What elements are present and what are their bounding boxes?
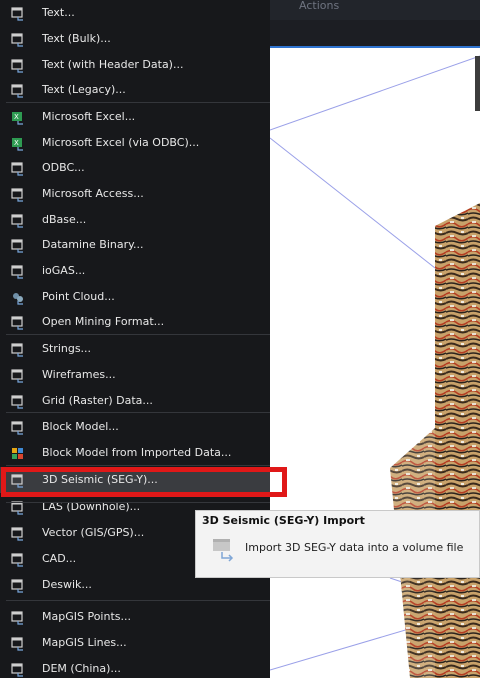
menu-item-label: LAS (Downhole)... [42, 500, 141, 513]
menu-item-label: Microsoft Excel... [42, 110, 136, 123]
menu-item-label: Open Mining Format... [42, 315, 165, 328]
menu-item[interactable]: Text... [0, 0, 270, 26]
tooltip: 3D Seismic (SEG-Y) Import Import 3D SEG-… [195, 510, 480, 578]
menu-separator [6, 465, 270, 466]
import-text-icon [11, 394, 25, 409]
import-text-icon [11, 526, 25, 541]
3d-viewport[interactable] [270, 48, 480, 678]
menu-item-label: Microsoft Excel (via ODBC)... [42, 136, 200, 149]
menu-item[interactable]: Point Cloud... [0, 284, 270, 310]
menu-item[interactable]: Text (with Header Data)... [0, 52, 270, 78]
menu-item-label: Datamine Binary... [42, 238, 144, 251]
menu-item[interactable]: Grid (Raster) Data... [0, 388, 270, 414]
menu-item[interactable]: Open Mining Format... [0, 309, 270, 335]
import-text-icon [11, 315, 25, 330]
menu-separator [6, 412, 270, 413]
menu-separator [6, 334, 270, 335]
menu-item[interactable]: Block Model... [0, 414, 270, 440]
menu-item-label: Text (Legacy)... [42, 83, 126, 96]
highlight-callout [1, 467, 287, 497]
menu-item-label: CAD... [42, 552, 77, 565]
import-text-icon [11, 187, 25, 202]
menu-item[interactable]: MapGIS Lines... [0, 630, 270, 656]
svg-text:X: X [14, 113, 19, 121]
import-text-icon [11, 83, 25, 98]
block-model-icon [11, 446, 25, 460]
menu-item-label: Point Cloud... [42, 290, 115, 303]
import-text-icon [11, 368, 25, 383]
menu-separator [6, 102, 270, 103]
menu-item[interactable]: dBase... [0, 207, 270, 233]
menu-item[interactable]: Microsoft Access... [0, 181, 270, 207]
menu-item[interactable]: X Microsoft Excel (via ODBC)... [0, 130, 270, 156]
menu-item-label: Microsoft Access... [42, 187, 144, 200]
menu-item-label: Block Model... [42, 420, 119, 433]
menu-item-label: ioGAS... [42, 264, 86, 277]
menu-item[interactable]: X Microsoft Excel... [0, 104, 270, 130]
excel-icon: X [11, 110, 25, 125]
menu-item-label: MapGIS Points... [42, 610, 131, 623]
menu-item-label: DEM (China)... [42, 662, 121, 675]
import-text-icon [11, 213, 25, 228]
menu-item-label: Grid (Raster) Data... [42, 394, 153, 407]
menu-item[interactable]: Strings... [0, 336, 270, 362]
menu-item[interactable]: Block Model from Imported Data... [0, 440, 270, 466]
menu-item-label: MapGIS Lines... [42, 636, 127, 649]
menu-item[interactable]: ioGAS... [0, 258, 270, 284]
menu-item-label: Vector (GIS/GPS)... [42, 526, 145, 539]
import-text-icon [11, 610, 25, 625]
menu-separator [6, 600, 270, 601]
menu-item-label: ODBC... [42, 161, 85, 174]
svg-text:X: X [14, 139, 19, 147]
tooltip-title: 3D Seismic (SEG-Y) Import [202, 514, 365, 527]
tooltip-description: Import 3D SEG-Y data into a volume file [245, 541, 464, 554]
menu-item[interactable]: Datamine Binary... [0, 232, 270, 258]
import-text-icon [11, 578, 25, 593]
menu-item-label: Block Model from Imported Data... [42, 446, 232, 459]
import-text-icon [11, 662, 25, 677]
import-text-icon [11, 264, 25, 279]
import-text-icon [11, 58, 25, 73]
menu-item-label: Wireframes... [42, 368, 116, 381]
menu-item-label: Text... [42, 6, 75, 19]
viewport-edge [475, 56, 480, 111]
menu-item[interactable]: Wireframes... [0, 362, 270, 388]
menu-item[interactable]: Text (Legacy)... [0, 77, 270, 103]
point-cloud-icon [11, 290, 25, 305]
import-text-icon [11, 6, 25, 21]
import-text-icon [11, 420, 25, 435]
menu-item-label: dBase... [42, 213, 87, 226]
menu-item[interactable]: Text (Bulk)... [0, 26, 270, 52]
import-file-icon [212, 538, 234, 562]
import-text-icon [11, 238, 25, 253]
import-text-icon [11, 32, 25, 47]
import-text-icon [11, 636, 25, 651]
import-text-icon [11, 552, 25, 567]
actions-label[interactable]: Actions [299, 0, 339, 12]
guide-line [270, 55, 480, 131]
menu-item[interactable]: DEM (China)... [0, 656, 270, 682]
menu-item-label: Text (Bulk)... [42, 32, 111, 45]
menu-item-label: Deswik... [42, 578, 92, 591]
menu-item-label: Text (with Header Data)... [42, 58, 184, 71]
menu-separator [6, 502, 270, 503]
menu-item-label: Strings... [42, 342, 92, 355]
menu-item[interactable]: MapGIS Points... [0, 604, 270, 630]
guide-line [270, 137, 436, 269]
import-text-icon [11, 161, 25, 176]
import-text-icon [11, 342, 25, 357]
excel-icon: X [11, 136, 25, 151]
menu-item[interactable]: ODBC... [0, 155, 270, 181]
